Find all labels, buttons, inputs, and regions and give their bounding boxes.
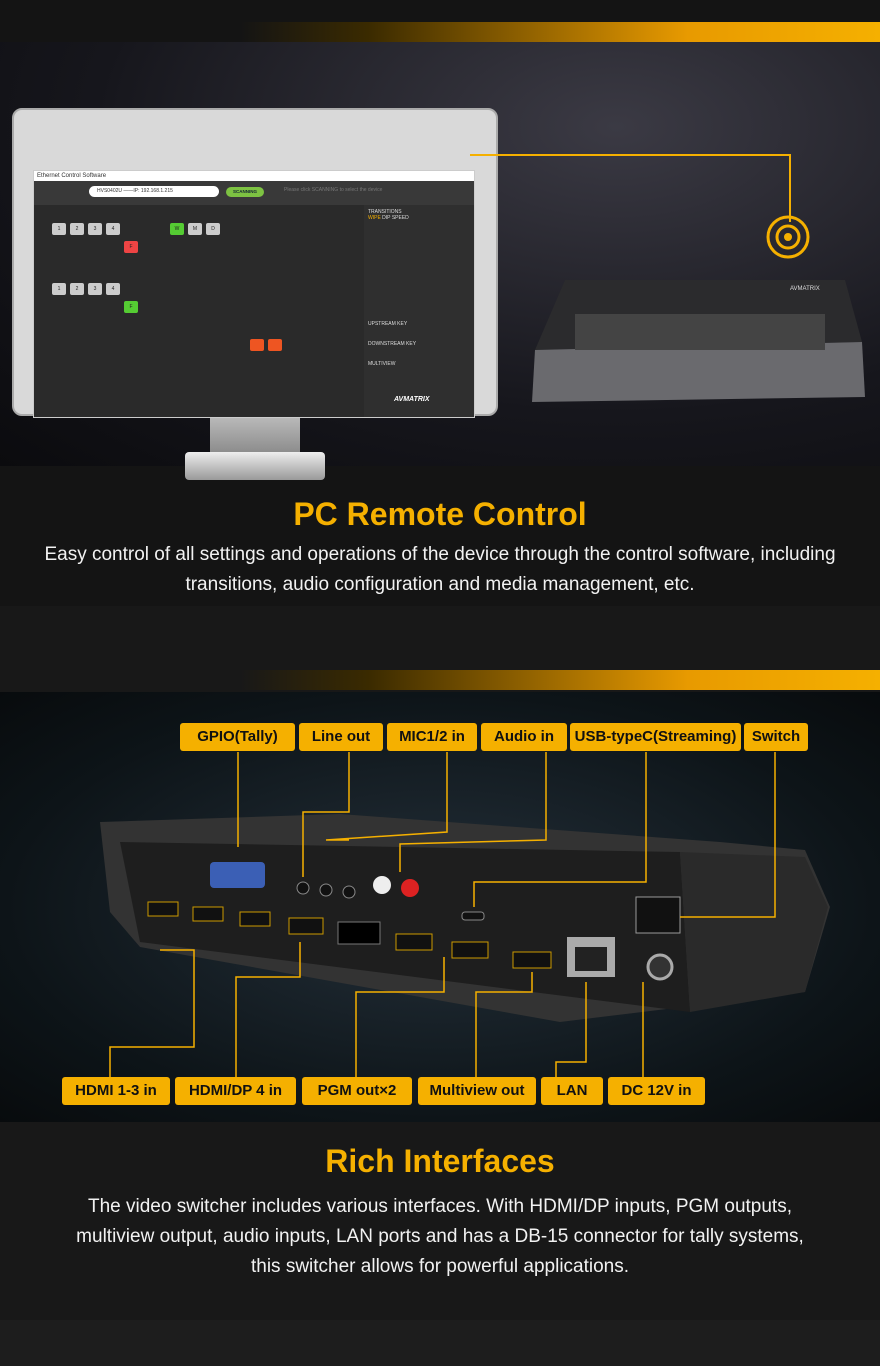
label-gpio: GPIO(Tally): [180, 723, 295, 751]
software-brand: AVMATRIX: [394, 396, 430, 403]
label-hdmi-1-3: HDMI 1-3 in: [62, 1077, 170, 1105]
section-title: PC Remote Control: [293, 496, 587, 532]
section-description: Easy control of all settings and operati…: [44, 544, 836, 595]
device-brand: AVMATRIX: [790, 286, 820, 292]
section-title: Rich Interfaces: [325, 1143, 555, 1179]
scanning-button[interactable]: SCANNING: [226, 187, 264, 197]
label-lan: LAN: [541, 1077, 603, 1105]
upstream-key[interactable]: UPSTREAM KEY: [368, 321, 470, 327]
label-mic: MIC1/2 in: [387, 723, 477, 751]
switcher-rear: [100, 752, 830, 1077]
window-title: Ethernet Control Software: [34, 171, 474, 181]
label-hdmi-dp-4: HDMI/DP 4 in: [175, 1077, 296, 1105]
label-audio-in: Audio in: [481, 723, 567, 751]
device-select[interactable]: HVS0402U ——IP: 192.168.1.215: [89, 186, 219, 197]
multiview[interactable]: MULTIVIEW: [368, 361, 470, 367]
label-dc-12v: DC 12V in: [608, 1077, 705, 1105]
section-description: The video switcher includes various inte…: [76, 1196, 804, 1277]
interfaces-image: [0, 692, 880, 1122]
label-usb: USB-typeC(Streaming): [570, 723, 741, 751]
downstream-key[interactable]: DOWNSTREAM KEY: [368, 341, 470, 347]
label-pgm-out: PGM out×2: [302, 1077, 412, 1105]
hint-text: Please click SCANNING to select the devi…: [284, 187, 383, 193]
label-switch: Switch: [744, 723, 808, 751]
software-window: Ethernet Control Software HVS0402U ——IP:…: [33, 170, 475, 418]
accent-bar: [240, 22, 880, 42]
accent-bar: [240, 670, 880, 690]
label-multiview-out: Multiview out: [418, 1077, 536, 1105]
label-line-out: Line out: [299, 723, 383, 751]
transition-panel: TRANSITIONS WIPE DIP SPEED UPSTREAM KEY D…: [364, 205, 474, 417]
